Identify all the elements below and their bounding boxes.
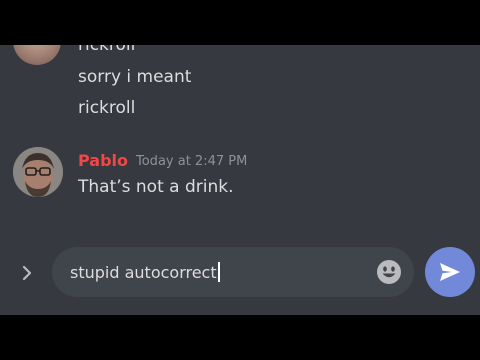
message-input-text[interactable]: stupid autocorrect [70,262,220,283]
video-frame: rickroll sorry i meant rickroll Pablo To… [0,0,480,360]
avatar-photo [13,147,63,197]
chat-view: rickroll sorry i meant rickroll Pablo To… [0,45,480,315]
message-text: rickroll [78,98,136,118]
text-caret [217,262,220,282]
emoji-button[interactable] [376,259,402,285]
message-text: rickroll [78,45,136,55]
expand-actions-button[interactable] [16,262,38,284]
message-timestamp: Today at 2:47 PM [136,154,248,169]
message-author[interactable]: Pablo [78,151,128,171]
smiley-icon [377,260,401,284]
avatar-previous-user[interactable] [13,45,61,65]
send-button[interactable] [425,247,475,297]
paper-plane-icon [440,263,460,281]
chevron-right-icon [22,265,32,281]
message-text: sorry i meant [78,67,192,87]
message-input[interactable]: stupid autocorrect [52,247,414,297]
message-text: That’s not a drink. [78,177,234,197]
avatar-pablo[interactable] [13,147,63,197]
message-input-value: stupid autocorrect [70,263,217,282]
